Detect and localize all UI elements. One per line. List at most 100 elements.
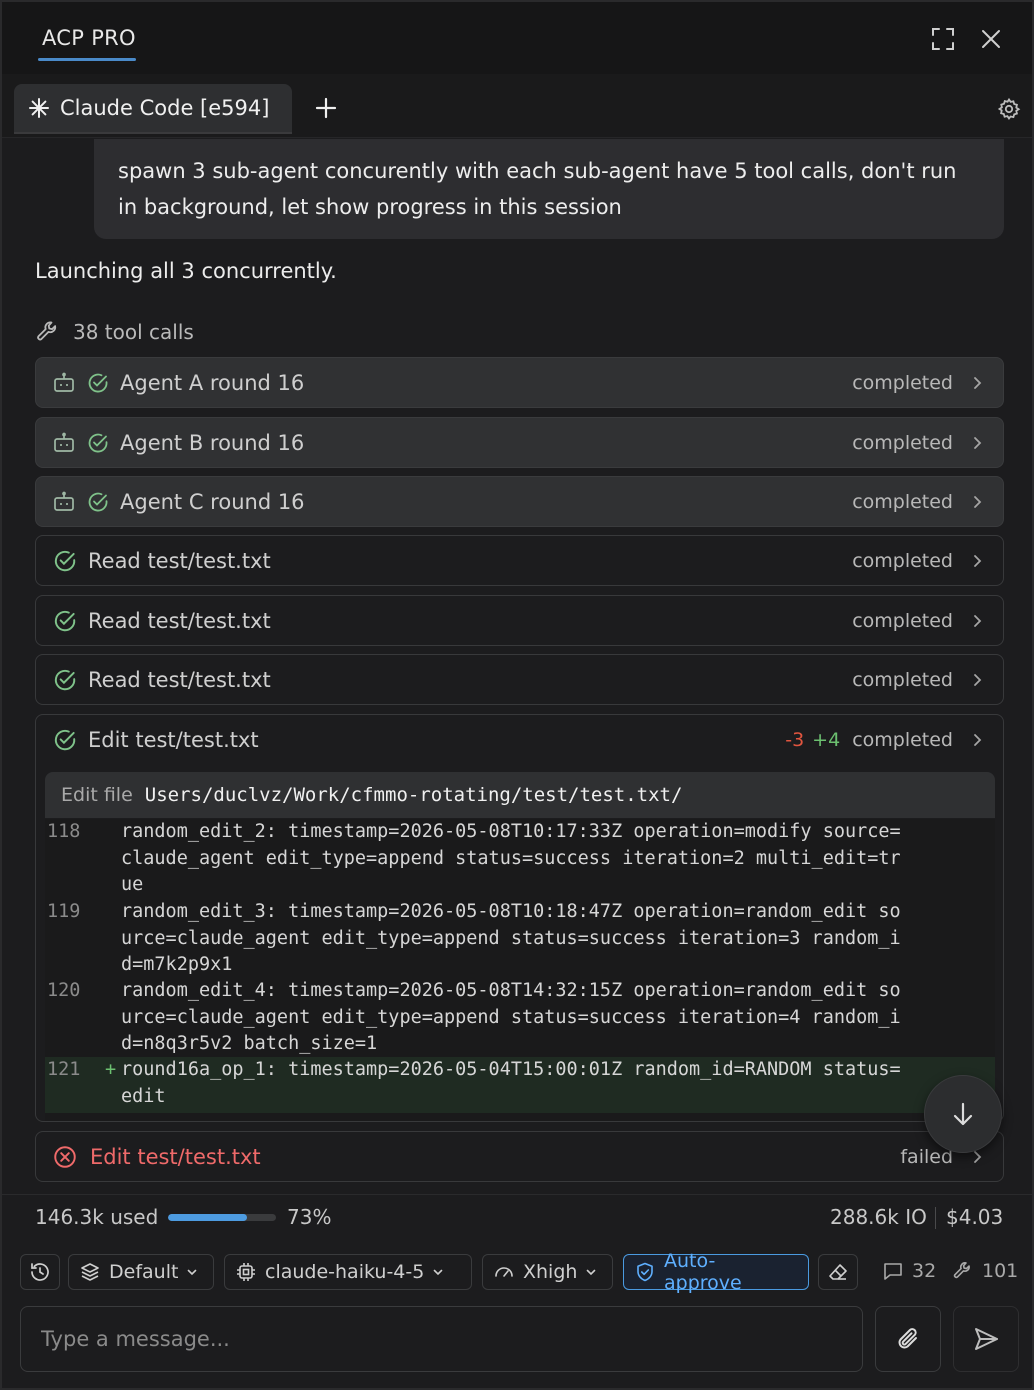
tool-call-name: Read test/test.txt xyxy=(88,548,271,573)
tab-label: Claude Code [e594] xyxy=(60,96,270,120)
attach-button[interactable] xyxy=(875,1306,941,1372)
check-circle-icon xyxy=(86,490,110,514)
assistant-message: Launching all 3 concurrently. xyxy=(35,259,337,283)
tool-call-name: Agent A round 16 xyxy=(120,370,305,395)
tool-call-name: Read test/test.txt xyxy=(88,608,271,633)
line-text: random_edit_4: timestamp=2026-05-08T14:3… xyxy=(121,980,901,1054)
message-composer xyxy=(20,1306,863,1372)
diff-line-added: 121 + round16a_op_1: timestamp=2026-05-0… xyxy=(45,1057,995,1113)
model-select[interactable]: claude-haiku-4-5 xyxy=(224,1254,472,1290)
model-label: claude-haiku-4-5 xyxy=(265,1261,425,1283)
diff-line: 120 random_edit_4: timestamp=2026-05-08T… xyxy=(45,978,995,1057)
send-button[interactable] xyxy=(953,1306,1019,1372)
asterisk-icon xyxy=(28,97,50,119)
chevron-right-icon xyxy=(971,494,983,510)
conversation-view[interactable]: spawn 3 sub-agent concurently with each … xyxy=(2,139,1032,1192)
app-title[interactable]: ACP PRO xyxy=(42,26,136,50)
tool-calls-count: 38 tool calls xyxy=(73,320,194,344)
line-text: random_edit_2: timestamp=2026-05-08T10:1… xyxy=(121,821,901,895)
layers-icon xyxy=(79,1261,101,1283)
message-icon xyxy=(882,1260,904,1282)
tab-claude-code[interactable]: Claude Code [e594] xyxy=(14,84,292,132)
effort-select[interactable]: Xhigh xyxy=(482,1254,613,1290)
history-button[interactable] xyxy=(20,1254,60,1290)
tool-call-agent-b[interactable]: Agent B round 16 completed xyxy=(35,417,1004,468)
message-input[interactable] xyxy=(21,1307,862,1371)
tool-call-name: Agent B round 16 xyxy=(120,430,305,455)
lines-removed: -3 xyxy=(785,729,805,751)
add-tab-icon[interactable] xyxy=(310,92,342,124)
check-circle-icon xyxy=(52,608,78,634)
cpu-icon xyxy=(235,1261,257,1283)
tool-call-read[interactable]: Read test/test.txt completed xyxy=(35,595,1004,646)
auto-approve-toggle[interactable]: Auto-approve xyxy=(623,1250,809,1294)
chevron-right-icon xyxy=(971,375,983,391)
tool-call-agent-c[interactable]: Agent C round 16 completed xyxy=(35,476,1004,527)
diff-line: 119 random_edit_3: timestamp=2026-05-08T… xyxy=(45,899,995,978)
tool-call-status: completed xyxy=(852,549,953,572)
lines-added: +4 xyxy=(812,729,841,751)
edit-file-label: Edit file xyxy=(61,784,133,806)
line-number: 121 xyxy=(47,1059,81,1080)
tool-count: 101 xyxy=(952,1260,1018,1282)
tool-call-status: completed xyxy=(852,668,953,691)
tool-calls-summary[interactable]: 38 tool calls xyxy=(35,319,194,345)
shield-check-icon xyxy=(634,1261,656,1283)
divider xyxy=(935,1207,936,1229)
clear-button[interactable] xyxy=(818,1254,858,1290)
gauge-icon xyxy=(493,1261,515,1283)
chevron-right-icon xyxy=(971,553,983,569)
chevron-down-icon xyxy=(186,1266,198,1278)
chevron-right-icon xyxy=(971,435,983,451)
diff-line: 118 random_edit_2: timestamp=2026-05-08T… xyxy=(45,819,995,899)
diff-marker: + xyxy=(105,1059,117,1080)
tokens-used: 146.3k used xyxy=(35,1205,159,1229)
chevron-right-icon xyxy=(971,672,983,688)
tool-call-name: Agent C round 16 xyxy=(120,489,305,514)
scroll-to-bottom-button[interactable] xyxy=(924,1075,1002,1153)
line-text: random_edit_3: timestamp=2026-05-08T10:1… xyxy=(121,901,901,975)
context-usage-bar: 146.3k used 73% 288.6k IO $4.03 xyxy=(2,1194,1032,1238)
close-icon[interactable] xyxy=(976,24,1006,54)
wrench-icon xyxy=(35,319,61,345)
tool-call-status: completed xyxy=(852,729,953,751)
tool-call-edit-expanded: Edit test/test.txt -3 +4 completed Edit … xyxy=(35,714,1004,1122)
tool-count-value: 101 xyxy=(982,1260,1019,1282)
io-tokens: 288.6k IO xyxy=(830,1205,927,1229)
line-text: round16a_op_1: timestamp=2026-05-04T15:0… xyxy=(121,1059,901,1107)
tool-call-edit-failed[interactable]: Edit test/test.txt failed xyxy=(35,1131,1004,1182)
edit-file-header: Edit file Users/duclvz/Work/cfmmo-rotati… xyxy=(45,772,995,818)
tool-call-read[interactable]: Read test/test.txt completed xyxy=(35,535,1004,586)
diff-view[interactable]: 118 random_edit_2: timestamp=2026-05-08T… xyxy=(45,819,995,1121)
history-icon xyxy=(29,1261,51,1283)
context-progress-fill xyxy=(168,1214,247,1221)
wrench-icon xyxy=(952,1260,974,1282)
tool-call-agent-a[interactable]: Agent A round 16 completed xyxy=(35,357,1004,408)
context-progress xyxy=(168,1214,276,1221)
fullscreen-icon[interactable] xyxy=(928,24,958,54)
x-circle-icon xyxy=(52,1144,78,1170)
chevron-right-icon xyxy=(971,732,983,748)
tool-call-status: completed xyxy=(852,371,953,394)
session-tab-bar: Claude Code [e594] xyxy=(2,74,1032,138)
chevron-right-icon xyxy=(971,613,983,629)
message-count-value: 32 xyxy=(912,1260,937,1282)
eraser-icon xyxy=(827,1261,849,1283)
line-number: 119 xyxy=(47,901,81,922)
check-circle-icon xyxy=(52,548,78,574)
mode-select[interactable]: Default xyxy=(68,1254,214,1290)
edit-file-path[interactable]: Users/duclvz/Work/cfmmo-rotating/test/te… xyxy=(145,784,683,806)
app-window: ACP PRO Claude Code [e594] spawn 3 sub-a… xyxy=(0,0,1034,1390)
context-percent: 73% xyxy=(287,1205,332,1229)
check-circle-icon xyxy=(52,667,78,693)
send-icon xyxy=(972,1325,1000,1353)
tool-call-name: Edit test/test.txt xyxy=(88,728,259,752)
check-circle-icon xyxy=(86,431,110,455)
gear-icon[interactable] xyxy=(994,94,1024,124)
tool-call-read[interactable]: Read test/test.txt completed xyxy=(35,654,1004,705)
tool-call-name: Read test/test.txt xyxy=(88,667,271,692)
tool-call-edit-header[interactable]: Edit test/test.txt -3 +4 completed xyxy=(36,715,1003,765)
check-circle-icon xyxy=(86,371,110,395)
paperclip-icon xyxy=(893,1324,923,1354)
effort-label: Xhigh xyxy=(523,1261,578,1283)
